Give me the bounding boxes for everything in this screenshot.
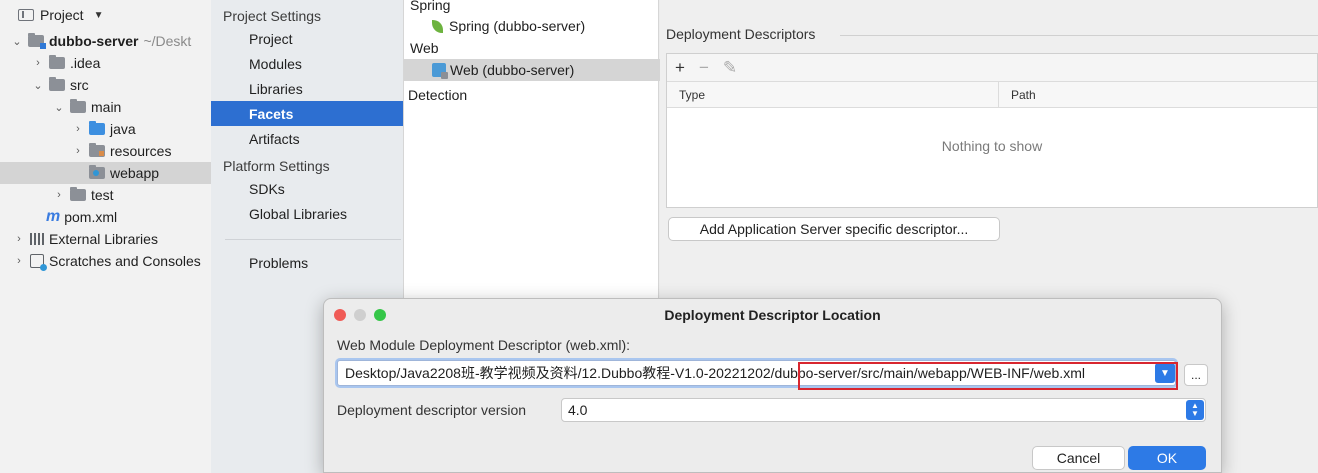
add-icon[interactable]: +: [675, 58, 685, 78]
column-header-type[interactable]: Type: [667, 82, 999, 107]
empty-table-text: Nothing to show: [941, 138, 1043, 154]
tree-item-external-libraries[interactable]: › External Libraries: [0, 228, 211, 250]
nav-item-facets[interactable]: Facets: [211, 101, 403, 126]
tree-item-label: test: [91, 187, 114, 203]
nav-item-project[interactable]: Project: [211, 26, 403, 51]
chevron-down-icon[interactable]: ⌄: [52, 101, 66, 114]
tree-item-path: ~/Deskt: [143, 33, 192, 49]
tree-item-label: Scratches and Consoles: [49, 253, 201, 269]
project-title: Project: [40, 7, 84, 23]
facet-item-web[interactable]: Web (dubbo-server): [404, 59, 660, 81]
tree-item-src[interactable]: ⌄ src: [0, 74, 211, 96]
nav-item-global-libraries[interactable]: Global Libraries: [211, 201, 403, 226]
chevron-down-icon[interactable]: ▼: [1155, 363, 1175, 383]
chevron-down-icon[interactable]: ⌄: [10, 35, 24, 48]
chevron-down-icon[interactable]: ▼: [94, 10, 104, 21]
facet-item-label: Spring (dubbo-server): [449, 18, 586, 34]
descriptors-toolbar: + − ✎: [667, 54, 1317, 82]
column-header-path[interactable]: Path: [999, 82, 1036, 107]
web-folder-icon: [89, 165, 105, 179]
up-down-chevron-icon[interactable]: ▲ ▼: [1186, 400, 1204, 420]
facet-item-label: Web (dubbo-server): [450, 62, 575, 78]
tree-item-pom[interactable]: m pom.xml: [0, 206, 211, 228]
tree-item-resources[interactable]: › resources: [0, 140, 211, 162]
facet-group-spring[interactable]: Spring: [404, 0, 660, 16]
facet-item-spring[interactable]: Spring (dubbo-server): [404, 15, 660, 37]
descriptor-path-label: Web Module Deployment Descriptor (web.xm…: [337, 337, 631, 353]
deployment-descriptors-title: Deployment Descriptors: [666, 26, 816, 42]
deployment-descriptor-location-dialog: Deployment Descriptor Location Web Modul…: [323, 298, 1222, 473]
folder-icon: [49, 77, 65, 91]
chevron-right-icon[interactable]: ›: [12, 233, 26, 245]
tree-item-test[interactable]: › test: [0, 184, 211, 206]
tree-item-webapp[interactable]: webapp: [0, 162, 211, 184]
facet-group-web[interactable]: Web: [404, 37, 660, 59]
dialog-title: Deployment Descriptor Location: [664, 307, 881, 323]
tree-item-label: java: [110, 121, 136, 137]
tree-item-label: src: [70, 77, 89, 93]
facet-detection[interactable]: Detection: [404, 84, 660, 106]
version-select[interactable]: 4.0 ▲ ▼: [561, 398, 1206, 422]
nav-item-problems[interactable]: Problems: [211, 250, 403, 275]
tree-item-main[interactable]: ⌄ main: [0, 96, 211, 118]
nav-header-platform-settings: Platform Settings: [223, 157, 330, 174]
resources-folder-icon: [89, 143, 105, 157]
descriptors-table: + − ✎ Type Path Nothing to show: [666, 53, 1318, 208]
scratches-icon: [30, 254, 47, 271]
edit-icon[interactable]: ✎: [723, 58, 737, 78]
chevron-right-icon[interactable]: ›: [31, 57, 45, 69]
spring-leaf-icon: [432, 19, 443, 33]
chevron-right-icon[interactable]: ›: [12, 255, 26, 267]
nav-item-modules[interactable]: Modules: [211, 51, 403, 76]
table-header: Type Path: [667, 82, 1317, 108]
tree-item-label: resources: [110, 143, 172, 159]
tree-item-label: main: [91, 99, 122, 115]
tree-item-label: .idea: [70, 55, 101, 71]
tree-item-label: dubbo-server: [49, 33, 139, 49]
descriptor-path-combobox[interactable]: Desktop/Java2208班-教学视频及资料/12.Dubbo教程-V1.…: [337, 360, 1176, 386]
folder-icon: [70, 99, 86, 113]
tree-item-java[interactable]: › java: [0, 118, 211, 140]
project-icon: [18, 9, 34, 21]
add-server-descriptor-button[interactable]: Add Application Server specific descript…: [668, 217, 1000, 241]
nav-header-project-settings: Project Settings: [223, 7, 322, 24]
tree-item-dubbo-server[interactable]: ⌄ dubbo-server ~/Deskt: [0, 30, 211, 52]
nav-item-libraries[interactable]: Libraries: [211, 76, 403, 101]
tree-item-label: pom.xml: [64, 209, 118, 225]
tree-item-label: webapp: [110, 165, 160, 181]
library-icon: [30, 233, 44, 245]
folder-icon: [49, 55, 65, 69]
tree-item-idea[interactable]: › .idea: [0, 52, 211, 74]
source-folder-icon: [89, 121, 105, 135]
version-value: 4.0: [568, 402, 588, 418]
nav-item-artifacts[interactable]: Artifacts: [211, 126, 403, 151]
version-label: Deployment descriptor version: [337, 402, 527, 418]
chevron-right-icon[interactable]: ›: [52, 189, 66, 201]
descriptor-path-value: Desktop/Java2208班-教学视频及资料/12.Dubbo教程-V1.…: [345, 365, 1085, 381]
project-view-selector[interactable]: Project ▼: [0, 0, 211, 30]
chevron-down-icon[interactable]: ⌄: [31, 79, 45, 92]
nav-divider: [225, 239, 401, 240]
nav-item-sdks[interactable]: SDKs: [211, 176, 403, 201]
web-facet-icon: [432, 63, 448, 79]
module-folder-icon: [28, 33, 46, 49]
maven-icon: m: [46, 208, 61, 225]
section-divider: [840, 35, 1318, 36]
tree-item-scratches[interactable]: › Scratches and Consoles: [0, 250, 211, 272]
folder-icon: [70, 187, 86, 201]
tree-item-label: External Libraries: [49, 231, 158, 247]
cancel-button[interactable]: Cancel: [1032, 446, 1125, 470]
ok-button[interactable]: OK: [1128, 446, 1206, 470]
browse-button[interactable]: ...: [1184, 364, 1208, 386]
remove-icon[interactable]: −: [699, 58, 709, 78]
chevron-right-icon[interactable]: ›: [71, 123, 85, 135]
chevron-right-icon[interactable]: ›: [71, 145, 85, 157]
project-tool-window: Project ▼ ⌄ dubbo-server ~/Deskt › .idea…: [0, 0, 211, 473]
